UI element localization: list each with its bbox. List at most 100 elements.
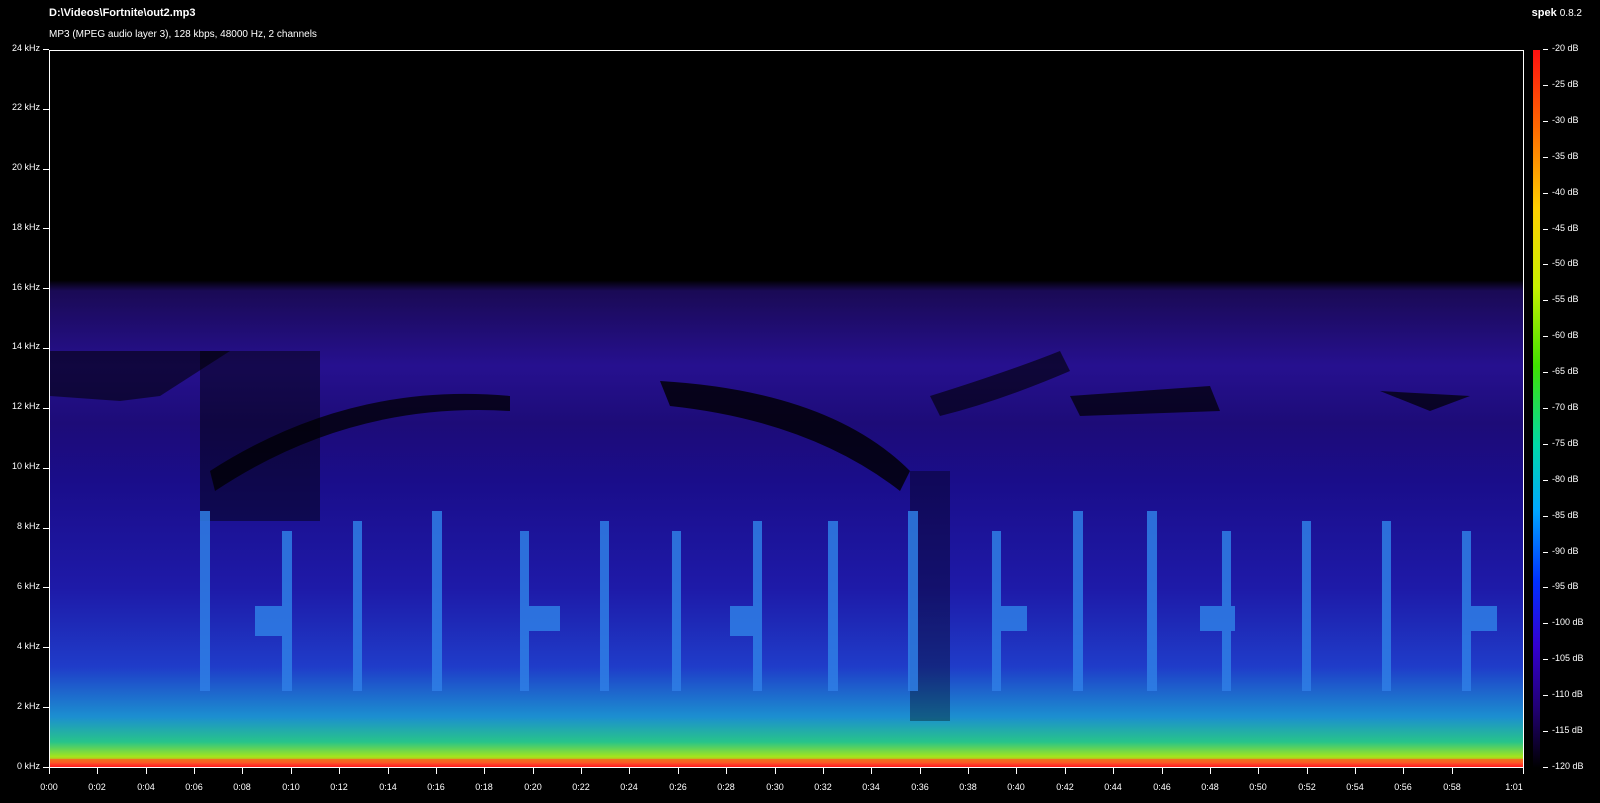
frequency-label: 2 kHz xyxy=(16,701,40,711)
level-label: -90 dB xyxy=(1552,546,1579,556)
time-label: 0:58 xyxy=(1443,782,1461,792)
app-name: spek xyxy=(1531,7,1557,19)
level-label: -65 dB xyxy=(1552,366,1579,376)
frequency-label: 10 kHz xyxy=(11,461,40,471)
x-tick xyxy=(436,768,437,774)
x-tick xyxy=(1258,768,1259,774)
level-tick xyxy=(1543,121,1548,122)
level-tick xyxy=(1543,552,1548,553)
x-tick xyxy=(146,768,147,774)
spectral-notch xyxy=(930,351,1070,416)
level-tick xyxy=(1543,587,1548,588)
frequency-label: 24 kHz xyxy=(11,43,40,53)
level-tick xyxy=(1543,516,1548,517)
streak xyxy=(432,511,442,691)
x-tick xyxy=(1307,768,1308,774)
time-label: 0:02 xyxy=(88,782,106,792)
y-tick xyxy=(43,647,49,648)
streak xyxy=(828,521,838,691)
spectrogram[interactable] xyxy=(49,50,1524,768)
level-tick xyxy=(1543,264,1548,265)
y-tick xyxy=(43,49,49,50)
frequency-label: 8 kHz xyxy=(16,521,40,531)
streak xyxy=(1200,606,1235,631)
x-tick xyxy=(1210,768,1211,774)
x-tick xyxy=(97,768,98,774)
level-label: -25 dB xyxy=(1552,79,1579,89)
time-label: 0:20 xyxy=(524,782,542,792)
frequency-label: 16 kHz xyxy=(11,282,40,292)
x-tick xyxy=(775,768,776,774)
level-tick xyxy=(1543,767,1548,768)
level-tick xyxy=(1543,300,1548,301)
level-tick xyxy=(1543,193,1548,194)
frequency-label: 20 kHz xyxy=(11,162,40,172)
frequency-label: 4 kHz xyxy=(16,641,40,651)
x-tick xyxy=(1065,768,1066,774)
time-label: 0:52 xyxy=(1298,782,1316,792)
level-label: -115 dB xyxy=(1552,725,1583,735)
streak xyxy=(1073,511,1083,691)
x-tick xyxy=(291,768,292,774)
time-label: 0:22 xyxy=(572,782,590,792)
time-label: 0:18 xyxy=(475,782,493,792)
level-label: -80 dB xyxy=(1552,474,1579,484)
y-tick xyxy=(43,408,49,409)
time-label: 0:38 xyxy=(959,782,977,792)
x-tick xyxy=(823,768,824,774)
level-label: -60 dB xyxy=(1552,330,1579,340)
x-tick xyxy=(1162,768,1163,774)
app-version-number: 0.8.2 xyxy=(1559,8,1582,19)
time-label: 0:44 xyxy=(1104,782,1122,792)
x-tick xyxy=(242,768,243,774)
streak xyxy=(992,606,1027,631)
streak xyxy=(600,521,609,691)
spectral-notch xyxy=(1380,391,1470,411)
time-label: 0:26 xyxy=(669,782,687,792)
x-tick xyxy=(581,768,582,774)
streak xyxy=(672,531,681,691)
level-label: -105 dB xyxy=(1552,653,1584,663)
time-label: 0:46 xyxy=(1153,782,1171,792)
level-label: -50 dB xyxy=(1552,258,1579,268)
time-label: 0:14 xyxy=(379,782,397,792)
y-tick xyxy=(43,228,49,229)
x-tick xyxy=(1355,768,1356,774)
x-tick xyxy=(194,768,195,774)
x-tick xyxy=(388,768,389,774)
streak xyxy=(520,606,560,631)
time-label: 0:36 xyxy=(911,782,929,792)
stream-info: MP3 (MPEG audio layer 3), 128 kbps, 4800… xyxy=(49,29,317,40)
frequency-label: 6 kHz xyxy=(16,581,40,591)
level-label: -40 dB xyxy=(1552,187,1579,197)
time-label: 0:12 xyxy=(330,782,348,792)
spectral-notch xyxy=(1070,386,1220,416)
time-label: 0:54 xyxy=(1346,782,1364,792)
x-tick xyxy=(339,768,340,774)
level-colorbar xyxy=(1533,50,1540,768)
level-tick xyxy=(1543,444,1548,445)
level-tick xyxy=(1543,85,1548,86)
x-tick xyxy=(678,768,679,774)
x-tick xyxy=(49,768,50,774)
frequency-label: 14 kHz xyxy=(11,341,40,351)
y-tick xyxy=(43,528,49,529)
y-tick xyxy=(43,587,49,588)
streak-group xyxy=(200,511,1497,691)
level-label: -100 dB xyxy=(1552,617,1584,627)
x-tick xyxy=(484,768,485,774)
spectral-notch xyxy=(660,381,910,491)
x-tick xyxy=(1016,768,1017,774)
y-tick xyxy=(43,109,49,110)
level-label: -35 dB xyxy=(1552,151,1579,161)
x-tick xyxy=(533,768,534,774)
level-label: -30 dB xyxy=(1552,115,1579,125)
y-tick xyxy=(43,348,49,349)
x-tick xyxy=(920,768,921,774)
time-label: 0:28 xyxy=(717,782,735,792)
level-tick xyxy=(1543,623,1548,624)
streak xyxy=(1462,606,1497,631)
streak xyxy=(255,606,285,636)
level-label: -110 dB xyxy=(1552,689,1583,699)
y-tick xyxy=(43,468,49,469)
